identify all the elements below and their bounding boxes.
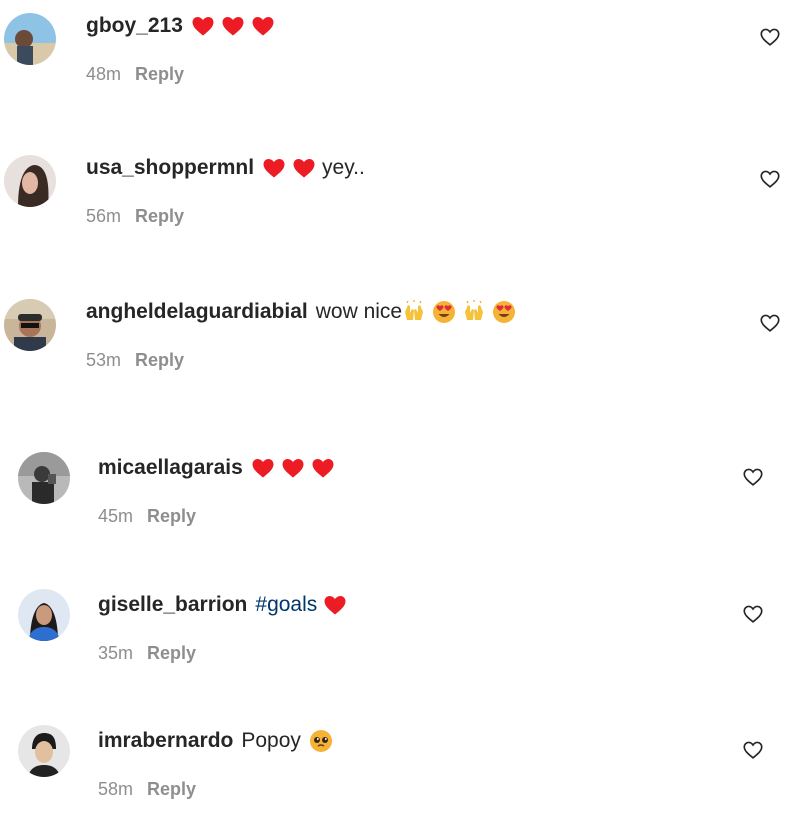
comment-time: 48m [86, 64, 122, 84]
red-heart-icon [311, 456, 335, 480]
comment-time: 53m [86, 350, 122, 370]
red-heart-icon [292, 156, 316, 180]
comment-time: 56m [86, 206, 122, 226]
reply-button[interactable]: Reply [147, 506, 196, 527]
comment-username[interactable]: usa_shoppermnl [86, 156, 254, 180]
reply-button[interactable]: Reply [135, 206, 184, 227]
hashtag-link[interactable]: #goals [255, 593, 317, 617]
comment-item: gboy_213 48m Reply [0, 10, 800, 110]
raising-hands-icon [402, 300, 426, 324]
red-heart-icon [323, 593, 347, 617]
red-heart-icon [262, 156, 286, 180]
red-heart-icon [221, 14, 245, 38]
like-heart-icon[interactable] [742, 466, 764, 488]
comment-item: micaellagarais 45m Reply [0, 452, 800, 552]
comment-username[interactable]: micaellagarais [98, 456, 243, 480]
like-heart-icon[interactable] [742, 739, 764, 761]
avatar[interactable] [4, 155, 56, 207]
pleading-face-icon [309, 729, 333, 753]
comment-username[interactable]: giselle_barrion [98, 593, 247, 617]
avatar[interactable] [4, 299, 56, 351]
like-heart-icon[interactable] [742, 603, 764, 625]
avatar[interactable] [18, 725, 70, 777]
comment-item: angheldelaguardiabial wow nice 53m Reply [0, 296, 800, 396]
comment-username[interactable]: imrabernardo [98, 729, 233, 753]
like-heart-icon[interactable] [759, 312, 781, 334]
like-heart-icon[interactable] [759, 168, 781, 190]
comment-item: imrabernardo Popoy 58m Reply [0, 725, 800, 825]
reply-button[interactable]: Reply [147, 643, 196, 664]
heart-eyes-icon [432, 300, 456, 324]
like-heart-icon[interactable] [759, 26, 781, 48]
comment-item: giselle_barrion #goals 35m Reply [0, 589, 800, 689]
comment-time: 58m [98, 779, 134, 799]
comment-time: 35m [98, 643, 134, 663]
reply-button[interactable]: Reply [135, 64, 184, 85]
red-heart-icon [281, 456, 305, 480]
avatar[interactable] [18, 589, 70, 641]
raising-hands-icon [462, 300, 486, 324]
avatar[interactable] [18, 452, 70, 504]
comment-text: yey.. [322, 156, 365, 179]
comment-item: usa_shoppermnl yey.. 56m Reply [0, 152, 800, 252]
comment-username[interactable]: gboy_213 [86, 14, 183, 38]
comment-username[interactable]: angheldelaguardiabial [86, 300, 308, 324]
red-heart-icon [191, 14, 215, 38]
comment-text: Popoy [241, 729, 301, 752]
reply-button[interactable]: Reply [135, 350, 184, 371]
comment-text: wow nice [315, 300, 403, 323]
avatar[interactable] [4, 13, 56, 65]
heart-eyes-icon [492, 300, 516, 324]
reply-button[interactable]: Reply [147, 779, 196, 800]
red-heart-icon [251, 14, 275, 38]
comment-time: 45m [98, 506, 134, 526]
red-heart-icon [251, 456, 275, 480]
